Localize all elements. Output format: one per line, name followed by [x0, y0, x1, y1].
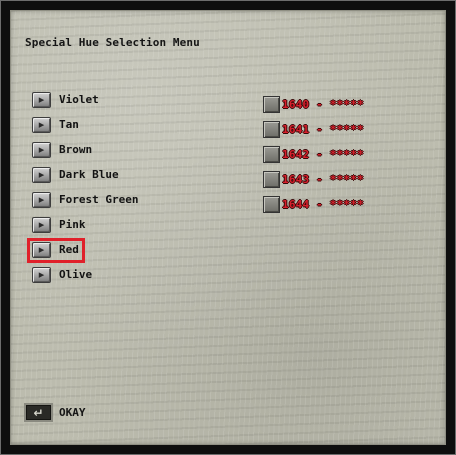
hue-item-label: Violet: [59, 93, 99, 106]
arrow-right-icon[interactable]: ▸: [32, 141, 51, 158]
hue-selection-gump: Special Hue Selection Menu ▸ Violet ▸ Ta…: [0, 0, 456, 455]
swatch-select-button[interactable]: [263, 171, 280, 188]
swatch-select-button[interactable]: [263, 146, 280, 163]
hue-item-label: Forest Green: [59, 193, 139, 206]
swatch-item-1640[interactable]: 1640 - *****: [263, 92, 364, 117]
arrow-right-icon[interactable]: ▸: [32, 91, 51, 108]
hue-item-olive[interactable]: ▸ Olive: [32, 262, 138, 287]
menu-title: Special Hue Selection Menu: [25, 36, 200, 49]
okay-control: ↵ OKAY: [24, 403, 86, 422]
hue-item-label: Tan: [59, 118, 79, 131]
swatch-select-button[interactable]: [263, 121, 280, 138]
arrow-right-icon[interactable]: ▸: [32, 116, 51, 133]
okay-label: OKAY: [59, 406, 86, 419]
swatch-label: 1640 - *****: [282, 98, 364, 111]
swatch-select-button[interactable]: [263, 196, 280, 213]
hue-item-label: Dark Blue: [59, 168, 119, 181]
hue-item-brown[interactable]: ▸ Brown: [32, 137, 138, 162]
arrow-right-icon[interactable]: ▸: [32, 191, 51, 208]
hue-item-label: Brown: [59, 143, 93, 156]
swatch-label: 1641 - *****: [282, 123, 364, 136]
hue-item-label: Red: [59, 243, 79, 256]
hue-item-label: Olive: [59, 268, 93, 281]
arrow-right-icon[interactable]: ▸: [32, 216, 51, 233]
swatch-label: 1644 - *****: [282, 198, 364, 211]
return-arrow-icon[interactable]: ↵: [24, 403, 53, 422]
swatch-label: 1643 - *****: [282, 173, 364, 186]
hue-item-label: Pink: [59, 218, 86, 231]
swatch-item-1643[interactable]: 1643 - *****: [263, 167, 364, 192]
hue-item-red[interactable]: ▸ Red: [26, 237, 138, 263]
arrow-right-icon[interactable]: ▸: [32, 266, 51, 283]
hue-item-forest-green[interactable]: ▸ Forest Green: [32, 187, 138, 212]
swatch-item-1641[interactable]: 1641 - *****: [263, 117, 364, 142]
arrow-right-icon[interactable]: ▸: [32, 166, 51, 183]
hue-item-tan[interactable]: ▸ Tan: [32, 112, 138, 137]
hue-category-list: ▸ Violet ▸ Tan ▸ Brown ▸ Dark Blue ▸ For…: [26, 87, 138, 287]
hue-item-violet[interactable]: ▸ Violet: [32, 87, 138, 112]
hue-swatch-list: 1640 - ***** 1641 - ***** 1642 - ***** 1…: [263, 92, 364, 217]
swatch-select-button[interactable]: [263, 96, 280, 113]
arrow-right-icon[interactable]: ▸: [32, 241, 51, 258]
hue-item-pink[interactable]: ▸ Pink: [32, 212, 138, 237]
swatch-item-1642[interactable]: 1642 - *****: [263, 142, 364, 167]
swatch-label: 1642 - *****: [282, 148, 364, 161]
hue-item-dark-blue[interactable]: ▸ Dark Blue: [32, 162, 138, 187]
swatch-item-1644[interactable]: 1644 - *****: [263, 192, 364, 217]
